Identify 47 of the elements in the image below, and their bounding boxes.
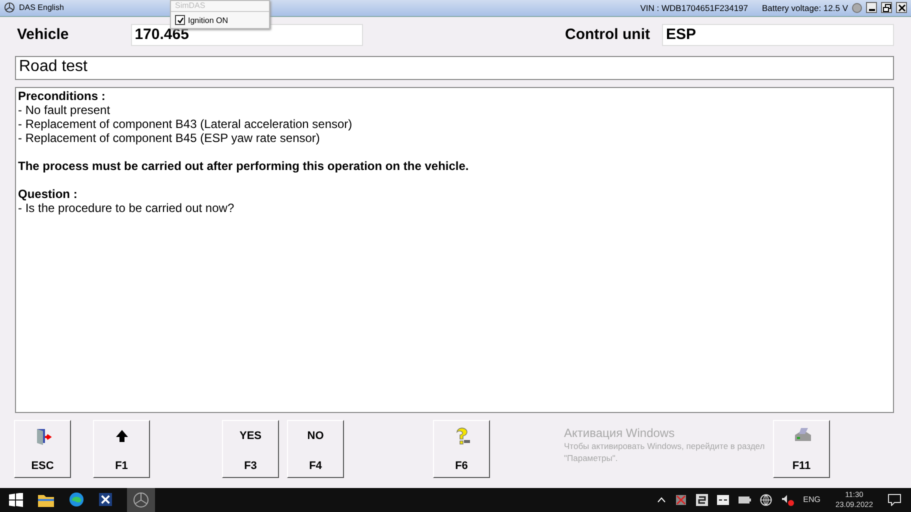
chevron-up-icon[interactable] — [657, 496, 666, 503]
battery-icon[interactable] — [738, 496, 752, 504]
control-unit-field: ESP — [662, 24, 894, 46]
function-key-button[interactable]: F1 — [93, 420, 150, 478]
star-logo-icon — [4, 2, 15, 14]
content-line: - No fault present — [18, 102, 112, 117]
activation-text: Чтобы активировать Windows, перейдите в раздел "Параметры". — [564, 440, 766, 464]
notification-icon[interactable] — [888, 494, 901, 506]
speaker-muted-icon[interactable] — [781, 494, 794, 506]
function-key-button[interactable]: ESC — [14, 420, 71, 478]
content-heading: The process must be carried out after performing this operation on the vehicle. — [18, 158, 470, 173]
star-app-icon[interactable] — [127, 488, 155, 512]
close-button[interactable] — [896, 2, 907, 14]
checkbox[interactable] — [175, 15, 185, 25]
content-line: - Replacement of component B43 (Lateral acceleration sensor) — [18, 116, 354, 131]
content-heading: Question : — [18, 186, 78, 201]
battery-voltage: Battery voltage: 12.5 V — [762, 2, 848, 13]
option-label: Ignition ON — [188, 16, 228, 24]
window-title: DAS English — [19, 3, 64, 12]
minimize-button[interactable] — [866, 2, 877, 14]
windows-start-icon[interactable] — [9, 492, 23, 507]
status-icon — [852, 2, 862, 13]
app-icon[interactable] — [99, 493, 112, 506]
language-indicator[interactable]: ENG — [803, 495, 820, 504]
function-key-button[interactable]: NO F4 — [287, 420, 344, 478]
activation-title: Активация Windows — [564, 426, 676, 440]
function-key-button[interactable]: YES F3 — [222, 420, 279, 478]
close-icon — [898, 4, 906, 12]
globe-icon[interactable] — [760, 494, 772, 506]
restore-button[interactable] — [881, 2, 892, 14]
content-line: - Replacement of component B45 (ESP yaw rate sensor) — [18, 130, 321, 145]
browser-icon[interactable] — [69, 492, 84, 508]
popup-title: SimDAS — [171, 1, 269, 12]
vin-text: VIN : WDB1704651F234197 — [640, 2, 748, 13]
restore-icon — [882, 4, 890, 12]
content-heading: Preconditions : — [18, 88, 106, 103]
control-unit-label: Control unit — [564, 26, 650, 44]
tray-icon[interactable] — [717, 494, 730, 505]
function-key-button[interactable]: F6 — [433, 420, 490, 478]
vehicle-label: Vehicle — [16, 26, 69, 44]
folder-icon[interactable] — [38, 492, 54, 507]
tray-icon[interactable] — [696, 494, 708, 506]
test-title-field: Road test — [15, 56, 894, 80]
up-arrow-icon — [114, 428, 128, 443]
content-line: - Is the procedure to be carried out now? — [18, 200, 236, 215]
function-key-button[interactable]: F11 — [773, 420, 830, 478]
minimize-icon — [868, 9, 874, 12]
